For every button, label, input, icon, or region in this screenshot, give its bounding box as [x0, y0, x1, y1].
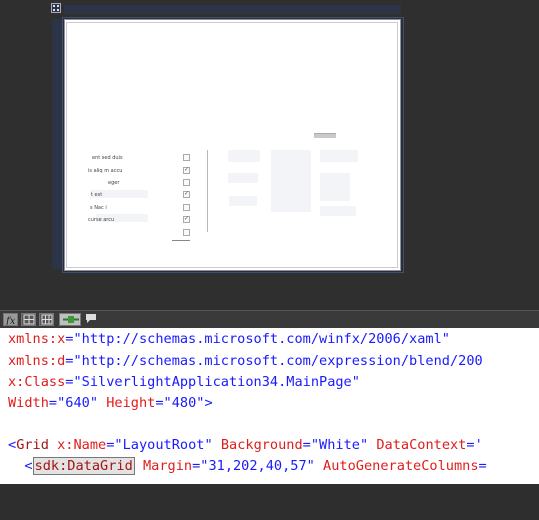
equals-sign: = [155, 395, 164, 411]
grid-icon [23, 314, 35, 325]
datagrid-cell: ent sed duis [92, 155, 123, 161]
datagrid-cell: t est [91, 192, 103, 198]
equals-sign: = [302, 437, 311, 453]
snap-icon [63, 316, 79, 323]
attribute-name: xmlns:x [8, 331, 66, 347]
equals-sign: = [466, 437, 475, 453]
checkbox-icon [183, 204, 190, 211]
attribute-value: "http://schemas.microsoft.com/expression… [73, 353, 483, 369]
tag-open: < [8, 437, 17, 453]
column-divider [207, 150, 208, 232]
code-line[interactable]: Width="640" Height="480"> [8, 394, 213, 413]
attribute-value: "http://schemas.microsoft.com/winfx/2006… [73, 331, 450, 347]
attribute-name: AutoGenerateColumns [323, 458, 479, 474]
checkbox-icon [183, 154, 190, 161]
attribute-value: "31,202,40,57" [200, 458, 315, 474]
attribute-name: x:Name [57, 437, 107, 453]
column-header-adorner[interactable] [314, 133, 336, 138]
datagrid-cell: is aliq m accu [88, 168, 123, 174]
svg-text:fx: fx [5, 316, 16, 325]
annotations-button[interactable] [84, 313, 99, 326]
code-line[interactable]: < sdk:DataGrid Margin = "31,202,40,57" Auto… [8, 457, 487, 476]
ghost-block [320, 206, 356, 216]
attribute-name: DataContext [376, 437, 467, 453]
equals-sign: = [48, 395, 58, 411]
code-line[interactable]: <Grid x:Name="LayoutRoot" Background="Wh… [8, 436, 483, 455]
attribute-value: "SilverlightApplication34.MainPage" [73, 374, 360, 390]
attribute-value: "White" [310, 437, 369, 453]
checkbox-icon [183, 229, 190, 236]
element-name: Grid [16, 437, 49, 453]
zoom-button[interactable]: fx [3, 313, 18, 326]
ghost-block [229, 196, 257, 206]
checkbox-checked-icon [183, 190, 190, 198]
row-divider [172, 240, 190, 241]
snap-to-snaplines-button[interactable] [59, 313, 81, 326]
annotation-icon [86, 314, 96, 323]
table-icon [41, 314, 53, 325]
ghost-block [320, 173, 350, 201]
code-line[interactable]: xmlns:d="http://schemas.microsoft.com/ex… [8, 352, 483, 371]
tag-open: < [24, 458, 33, 474]
tag-close: > [204, 395, 213, 411]
column-ruler[interactable] [64, 5, 401, 14]
grid-adorner-icon[interactable] [51, 3, 61, 13]
checkbox-checked-icon [183, 166, 190, 174]
datagrid-cell: s Nac i [90, 205, 107, 211]
attribute-name: Width [8, 395, 49, 411]
checkbox-checked-icon [183, 215, 190, 223]
attribute-name: Background [220, 437, 303, 453]
design-toolbar: fx [0, 310, 539, 329]
zoom-icon: fx [5, 316, 16, 325]
checkbox-icon [183, 179, 190, 186]
ghost-block [320, 150, 358, 162]
xaml-editor[interactable]: xmlns:x = "http://schemas.microsoft.com/wi… [0, 328, 539, 484]
attribute-name: x:Class [8, 374, 66, 390]
attribute-value: "640" [57, 395, 99, 411]
snap-to-grid-button[interactable] [39, 313, 54, 326]
attribute-name: Margin [142, 458, 193, 474]
attribute-name: Height [106, 395, 156, 411]
code-line[interactable]: xmlns:x="http://schemas.microsoft.com/wi… [8, 330, 450, 349]
ghost-block [228, 173, 258, 183]
row-ruler[interactable] [52, 19, 62, 269]
datagrid-cell: eger [108, 180, 120, 186]
datagrid-cell: curse arcu [88, 217, 115, 223]
design-surface[interactable]: ent sed duis is aliq m accu eger t est s… [0, 0, 539, 310]
ghost-block [271, 150, 311, 212]
selected-element-name[interactable]: sdk:DataGrid [32, 457, 135, 475]
attribute-value: "480" [163, 395, 205, 411]
equals-sign: = [478, 458, 487, 474]
attribute-value: "LayoutRoot" [114, 437, 213, 453]
code-line[interactable]: x:Class="SilverlightApplication34.MainPa… [8, 373, 360, 392]
attribute-name: xmlns:d [8, 353, 66, 369]
show-grid-button[interactable] [21, 313, 36, 326]
attribute-value: ' [474, 437, 483, 453]
ghost-block [228, 150, 260, 162]
